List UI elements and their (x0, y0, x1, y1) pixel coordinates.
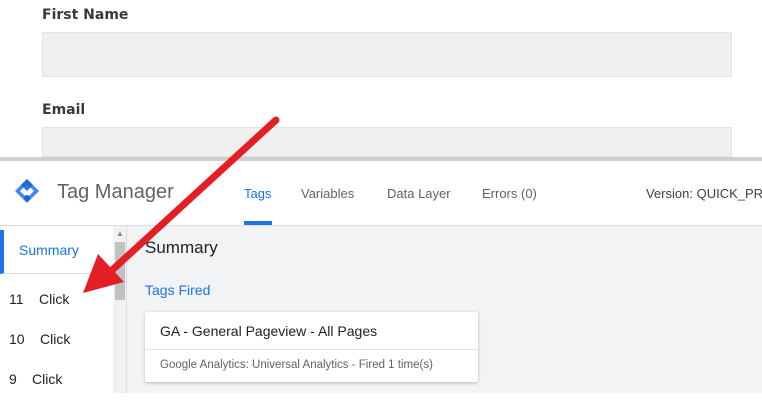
tab-tags[interactable]: Tags (244, 186, 271, 201)
app-title: Tag Manager (57, 181, 174, 203)
sidebar-item-event[interactable]: 11 Click (0, 288, 113, 330)
tags-fired-heading: Tags Fired (145, 282, 211, 298)
sidebar-item-event[interactable]: 10 Click (0, 329, 113, 371)
event-number: 10 (9, 331, 25, 347)
scroll-up-icon[interactable]: ▲ (116, 229, 124, 238)
scrollbar-thumb[interactable] (115, 242, 125, 300)
sidebar-summary-label: Summary (19, 242, 79, 258)
email-label: Email (42, 102, 86, 118)
page-title: Summary (145, 238, 218, 257)
sidebar-item-event[interactable]: 9 Click (0, 369, 113, 411)
tab-data-layer[interactable]: Data Layer (387, 186, 451, 201)
tag-card[interactable]: GA - General Pageview - All Pages Google… (145, 312, 478, 382)
tag-card-title: GA - General Pageview - All Pages (160, 323, 378, 339)
sidebar-item-summary[interactable]: Summary (0, 230, 113, 274)
card-divider (145, 349, 478, 350)
form-section: First Name Email (0, 0, 762, 157)
first-name-field[interactable] (42, 32, 732, 77)
event-number: 11 (9, 291, 24, 307)
main-content: Summary Tags Fired GA - General Pageview… (127, 226, 762, 393)
active-tab-indicator (244, 221, 272, 225)
tag-manager-logo-icon (15, 179, 39, 203)
version-label: Version: QUICK_PRI (646, 186, 762, 201)
email-field[interactable] (42, 127, 732, 157)
tag-card-subtitle: Google Analytics: Universal Analytics - … (160, 359, 433, 371)
event-label: Click (39, 291, 70, 307)
first-name-label: First Name (42, 7, 129, 23)
tag-manager-header: Tag Manager Tags Variables Data Layer Er… (0, 161, 762, 226)
event-label: Click (40, 331, 71, 347)
tab-errors[interactable]: Errors (0) (482, 186, 537, 201)
event-number: 9 (9, 371, 17, 387)
event-label: Click (32, 371, 63, 387)
event-sidebar: Summary 11 Click 10 Click 9 Click (0, 226, 113, 393)
tab-variables[interactable]: Variables (301, 186, 354, 201)
sidebar-scrollbar[interactable]: ▲ (113, 226, 127, 393)
